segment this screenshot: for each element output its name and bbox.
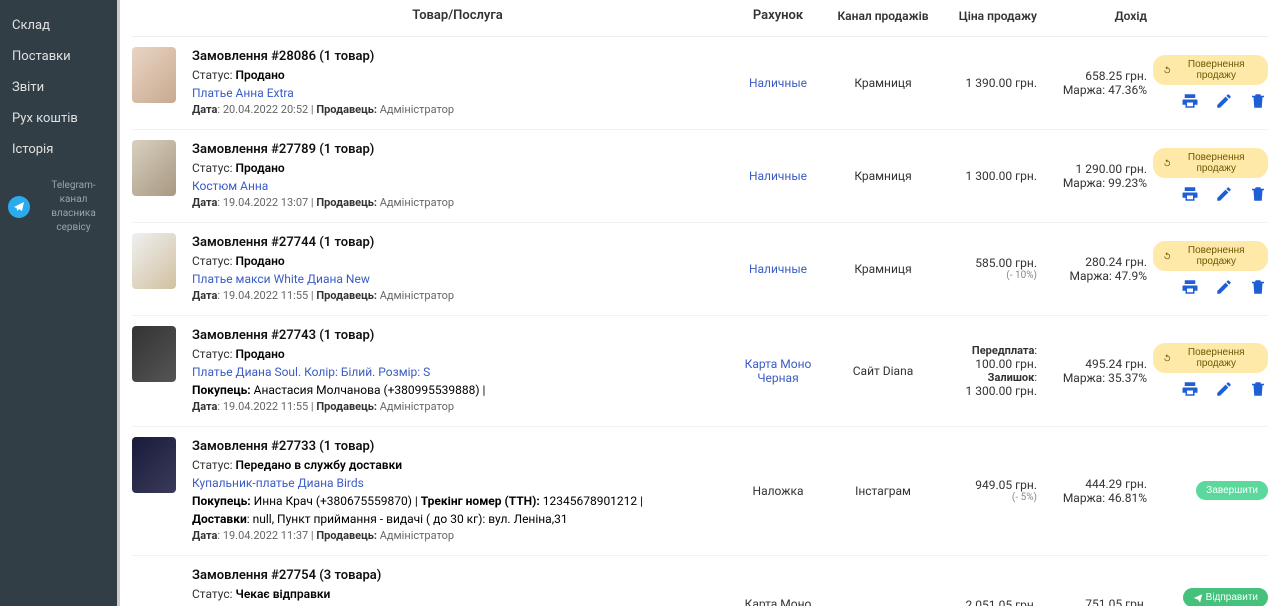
print-icon[interactable]	[1180, 91, 1200, 111]
income-cell: 495.24 грн.Маржа: 35.37%	[1043, 326, 1153, 416]
order-row: Замовлення #27754 (3 товара)Статус: Чека…	[132, 556, 1268, 606]
edit-icon[interactable]	[1214, 184, 1234, 204]
order-title: Замовлення #27743 (1 товар)	[192, 326, 723, 346]
col-price-header: Ціна продажу	[933, 6, 1043, 26]
print-icon[interactable]	[1180, 184, 1200, 204]
table-header: Товар/Послуга Рахунок Канал продажів Цін…	[132, 0, 1268, 37]
account-cell: Наличные	[723, 47, 833, 119]
price-cell: 949.05 грн.(- 5%)	[933, 437, 1043, 545]
return-sale-button[interactable]: Повернення продажу	[1153, 55, 1268, 85]
delete-icon[interactable]	[1248, 277, 1268, 297]
return-sale-button[interactable]: Повернення продажу	[1153, 241, 1268, 271]
income-cell: 1 290.00 грн.Маржа: 99.23%	[1043, 140, 1153, 212]
actions-cell: Повернення продажу	[1153, 233, 1268, 305]
order-row: Замовлення #27733 (1 товар)Статус: Перед…	[132, 427, 1268, 556]
product-info: Замовлення #27743 (1 товар)Статус: Прода…	[192, 326, 723, 416]
income-cell: 751.05 грн.Маржа: 37.23%	[1043, 566, 1153, 606]
product-link[interactable]: Платье Анна Extra	[192, 86, 294, 100]
order-row: Замовлення #28086 (1 товар)Статус: Прода…	[132, 37, 1268, 130]
account-cell: Наличные	[723, 140, 833, 212]
actions-cell: Повернення продажу	[1153, 140, 1268, 212]
price-cell: 585.00 грн.(- 10%)	[933, 233, 1043, 305]
telegram-icon	[8, 196, 30, 218]
channel-cell: Крамниця	[833, 233, 933, 305]
price-cell: 2 051.05 грн.(- 5%)	[933, 566, 1043, 606]
account-value[interactable]: Наличные	[749, 262, 807, 276]
sidebar-item-0[interactable]: Склад	[0, 10, 117, 41]
account-cell: Карта Моно Черная	[723, 326, 833, 416]
price-cell: 1 300.00 грн.	[933, 140, 1043, 212]
income-cell: 280.24 грн.Маржа: 47.9%	[1043, 233, 1153, 305]
sidebar-item-1[interactable]: Поставки	[0, 41, 117, 72]
col-account-header: Рахунок	[723, 6, 833, 26]
product-link[interactable]: Купальник-платье Диана Birds	[192, 476, 364, 490]
order-row: Замовлення #27744 (1 товар)Статус: Прода…	[132, 223, 1268, 316]
product-info: Замовлення #27754 (3 товара)Статус: Чека…	[192, 566, 723, 606]
order-title: Замовлення #27789 (1 товар)	[192, 140, 723, 160]
price-cell: Передплата:100.00 грн.Залишок:1 300.00 г…	[933, 326, 1043, 416]
price-cell: 1 390.00 грн.	[933, 47, 1043, 119]
channel-cell: Інстаграм	[833, 437, 933, 545]
product-thumbnail[interactable]	[132, 140, 176, 196]
product-link[interactable]: Костюм Анна	[192, 179, 268, 193]
product-link[interactable]: Платье макси White Диана New	[192, 272, 370, 286]
order-title: Замовлення #27733 (1 товар)	[192, 437, 723, 457]
col-income-header: Дохід	[1043, 6, 1153, 26]
channel-cell: Крамниця	[833, 566, 933, 606]
account-value: Карта Моно Черная	[723, 597, 833, 606]
sidebar-item-3[interactable]: Рух коштів	[0, 103, 117, 134]
actions-cell: Повернення продажу	[1153, 47, 1268, 119]
print-icon[interactable]	[1180, 277, 1200, 297]
account-value: Наложка	[753, 484, 804, 498]
sidebar-item-2[interactable]: Звіти	[0, 72, 117, 103]
actions-cell: Завершити	[1153, 437, 1268, 545]
product-info: Замовлення #27733 (1 товар)Статус: Перед…	[192, 437, 723, 545]
sidebar: СкладПоставкиЗвітиРух коштівІсторія Tele…	[0, 0, 117, 606]
col-product-header: Товар/Послуга	[192, 6, 723, 26]
account-cell: Наложка	[723, 437, 833, 545]
col-channel-header: Канал продажів	[833, 6, 933, 26]
main-content: Товар/Послуга Рахунок Канал продажів Цін…	[120, 0, 1280, 606]
product-info: Замовлення #27789 (1 товар)Статус: Прода…	[192, 140, 723, 212]
actions-cell: Відправити	[1153, 566, 1268, 606]
order-title: Замовлення #27744 (1 товар)	[192, 233, 723, 253]
product-link[interactable]: Платье Диана Soul. Колір: Білий. Розмір:…	[192, 365, 430, 379]
sidebar-item-4[interactable]: Історія	[0, 134, 117, 165]
return-sale-button[interactable]: Повернення продажу	[1153, 343, 1268, 373]
product-thumbnail[interactable]	[132, 437, 176, 493]
account-cell: Карта Моно Черная	[723, 566, 833, 606]
edit-icon[interactable]	[1214, 277, 1234, 297]
product-info: Замовлення #27744 (1 товар)Статус: Прода…	[192, 233, 723, 305]
return-sale-button[interactable]: Повернення продажу	[1153, 148, 1268, 178]
order-row: Замовлення #27743 (1 товар)Статус: Прода…	[132, 316, 1268, 427]
account-value[interactable]: Карта Моно Черная	[723, 357, 833, 385]
edit-icon[interactable]	[1214, 91, 1234, 111]
channel-cell: Крамниця	[833, 47, 933, 119]
send-button[interactable]: Відправити	[1183, 588, 1268, 606]
product-thumbnail[interactable]	[132, 326, 176, 382]
income-cell: 444.29 грн.Маржа: 46.81%	[1043, 437, 1153, 545]
delete-icon[interactable]	[1248, 379, 1268, 399]
order-title: Замовлення #28086 (1 товар)	[192, 47, 723, 67]
delete-icon[interactable]	[1248, 91, 1268, 111]
finish-button[interactable]: Завершити	[1196, 481, 1268, 500]
telegram-link[interactable]: Telegram-канал власника сервісу	[0, 165, 117, 235]
edit-icon[interactable]	[1214, 379, 1234, 399]
account-value[interactable]: Наличные	[749, 76, 807, 90]
income-cell: 658.25 грн.Маржа: 47.36%	[1043, 47, 1153, 119]
product-info: Замовлення #28086 (1 товар)Статус: Прода…	[192, 47, 723, 119]
account-value[interactable]: Наличные	[749, 169, 807, 183]
channel-cell: Сайт Diana	[833, 326, 933, 416]
print-icon[interactable]	[1180, 379, 1200, 399]
product-thumbnail[interactable]	[132, 233, 176, 289]
channel-cell: Крамниця	[833, 140, 933, 212]
actions-cell: Повернення продажу	[1153, 326, 1268, 416]
product-thumbnail[interactable]	[132, 47, 176, 103]
delete-icon[interactable]	[1248, 184, 1268, 204]
order-title: Замовлення #27754 (3 товара)	[192, 566, 723, 586]
account-cell: Наличные	[723, 233, 833, 305]
order-row: Замовлення #27789 (1 товар)Статус: Прода…	[132, 130, 1268, 223]
